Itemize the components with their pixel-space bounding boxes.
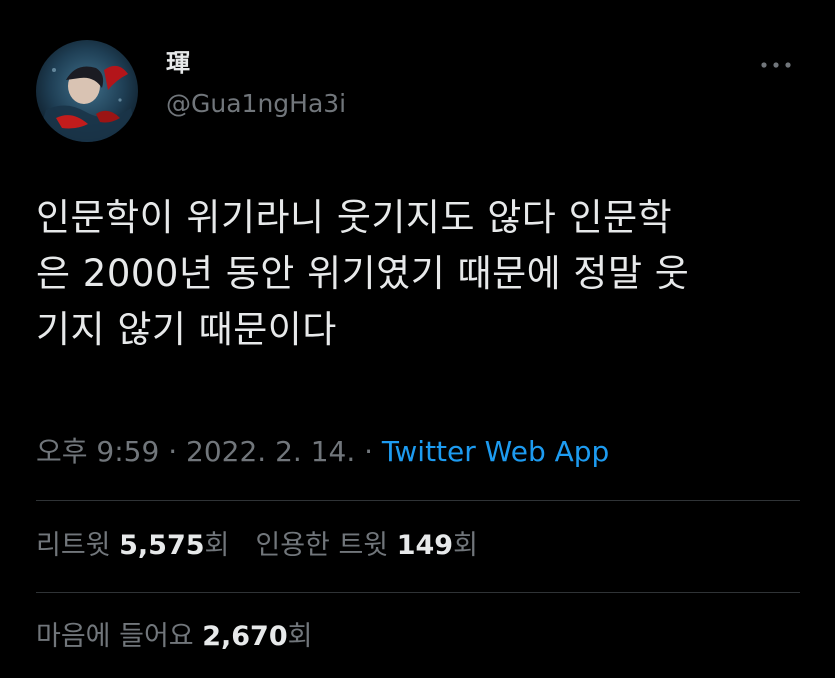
- likes-count: 2,670: [202, 621, 288, 652]
- retweets-label: 리트윗: [36, 530, 120, 561]
- divider: [36, 500, 800, 501]
- more-horizontal-icon: [761, 62, 791, 68]
- author-display-name[interactable]: 琿: [166, 48, 190, 78]
- likes-stat[interactable]: 마음에 들어요 2,670회: [36, 621, 312, 652]
- likes-suffix: 회: [287, 621, 313, 652]
- tweet-detail: 琿 @Gua1ngHa3i 인문학이 위기라니 웃기지도 않다 인문학 은 20…: [0, 0, 835, 678]
- retweets-suffix: 회: [204, 530, 230, 561]
- quotes-suffix: 회: [453, 530, 478, 561]
- retweets-stat[interactable]: 리트윗 5,575회: [36, 530, 229, 561]
- tweet-text: 인문학이 위기라니 웃기지도 않다 인문학 은 2000년 동안 위기였기 때문…: [36, 196, 690, 351]
- quotes-count: 149: [396, 530, 454, 561]
- author-handle[interactable]: @Gua1ngHa3i: [166, 88, 346, 120]
- tweet-time[interactable]: 오후 9:59: [36, 435, 159, 468]
- tweet-meta: 오후 9:59 · 2022. 2. 14. · Twitter Web App: [36, 432, 609, 472]
- likes-stats-row: 마음에 들어요 2,670회: [36, 617, 312, 657]
- avatar-image: [36, 40, 138, 142]
- divider: [36, 592, 800, 593]
- tweet-source-link[interactable]: Twitter Web App: [382, 435, 609, 468]
- tweet-date[interactable]: 2022. 2. 14.: [186, 435, 355, 468]
- meta-separator: ·: [355, 435, 382, 468]
- engagement-stats-row: 리트윗 5,575회 인용한 트윗 149회: [36, 526, 478, 566]
- retweets-count: 5,575: [119, 530, 205, 561]
- meta-separator: ·: [159, 435, 187, 468]
- likes-label: 마음에 들어요: [36, 621, 203, 652]
- quotes-label: 인용한 트윗: [255, 530, 397, 561]
- more-options-button[interactable]: [756, 50, 796, 80]
- avatar[interactable]: [36, 40, 138, 142]
- quotes-stat[interactable]: 인용한 트윗 149회: [255, 530, 478, 561]
